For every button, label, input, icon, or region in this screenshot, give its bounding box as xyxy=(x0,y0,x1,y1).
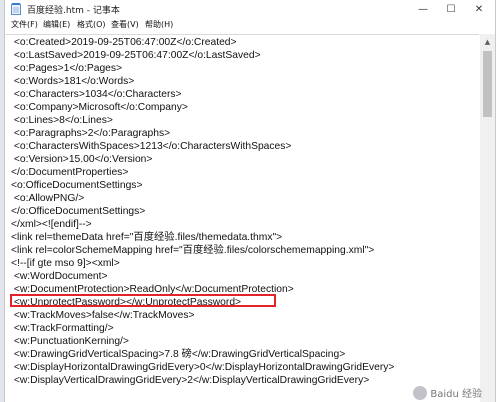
text-line: <o:Created>2019-09-25T06:47:00Z</o:Creat… xyxy=(11,37,237,48)
text-line: <w:PunctuationKerning/> xyxy=(11,336,129,347)
window-title: 百度经验.htm - 记事本 xyxy=(27,6,120,16)
menu-bar: 文件(F) 编辑(E) 格式(O) 查看(V) 帮助(H) xyxy=(5,18,495,33)
minimize-button[interactable]: — xyxy=(409,0,437,18)
text-line: <link rel=themeData href="百度经验.files/the… xyxy=(11,232,283,243)
text-line: <o:OfficeDocumentSettings> xyxy=(11,180,143,191)
text-line: <w:DrawingGridVerticalSpacing>7.8 磅</w:D… xyxy=(11,349,346,360)
scroll-up-arrow-icon[interactable]: ▲ xyxy=(480,34,495,49)
menu-view[interactable]: 查看(V) xyxy=(111,19,139,30)
baidu-paw-icon xyxy=(413,385,428,400)
text-line: <o:Version>15.00</o:Version> xyxy=(11,154,153,165)
text-line: <!--[if gte mso 9]><xml> xyxy=(11,258,120,269)
text-line: <w:WordDocument> xyxy=(11,271,108,282)
menu-format[interactable]: 格式(O) xyxy=(77,19,106,30)
text-line: <w:DisplayHorizontalDrawingGridEvery>0</… xyxy=(11,362,395,373)
vertical-scrollbar[interactable]: ▲ xyxy=(480,34,495,402)
text-line: <o:Lines>8</o:Lines> xyxy=(11,115,113,126)
text-line: <o:LastSaved>2019-09-25T06:47:00Z</o:Las… xyxy=(11,50,261,61)
notepad-window: 百度经验.htm - 记事本 — ☐ ✕ 文件(F) 编辑(E) 格式(O) 查… xyxy=(4,0,496,402)
text-line: </xml><![endif]--> xyxy=(11,219,92,230)
text-line: <o:Words>181</o:Words> xyxy=(11,76,135,87)
highlight-box xyxy=(10,294,276,307)
text-line: </o:OfficeDocumentSettings> xyxy=(11,206,146,217)
text-line: <w:TrackFormatting/> xyxy=(11,323,114,334)
text-line: <o:AllowPNG/> xyxy=(11,193,85,204)
text-line: <o:Characters>1034</o:Characters> xyxy=(11,89,182,100)
text-line: <o:CharactersWithSpaces>1213</o:Characte… xyxy=(11,141,292,152)
text-line: <o:Company>Microsoft</o:Company> xyxy=(11,102,188,113)
text-line: <w:DisplayVerticalDrawingGridEvery>2</w:… xyxy=(11,375,370,386)
text-line: <o:Pages>1</o:Pages> xyxy=(11,63,123,74)
text-editor[interactable]: <o:Created>2019-09-25T06:47:00Z</o:Creat… xyxy=(5,34,479,402)
title-bar[interactable]: 百度经验.htm - 记事本 — ☐ ✕ xyxy=(5,0,495,18)
menu-edit[interactable]: 编辑(E) xyxy=(43,19,70,30)
text-line: <o:Paragraphs>2</o:Paragraphs> xyxy=(11,128,171,139)
menu-help[interactable]: 帮助(H) xyxy=(145,19,173,30)
watermark: Baidu 经验 xyxy=(413,385,482,400)
maximize-button[interactable]: ☐ xyxy=(437,0,465,18)
text-line: </o:DocumentProperties> xyxy=(11,167,129,178)
scrollbar-thumb[interactable] xyxy=(483,51,492,117)
text-line: <link rel=colorSchemeMapping href="百度经验.… xyxy=(11,245,375,256)
text-line: <w:TrackMoves>false</w:TrackMoves> xyxy=(11,310,195,321)
menu-file[interactable]: 文件(F) xyxy=(11,19,38,30)
close-button[interactable]: ✕ xyxy=(465,0,493,18)
watermark-text: Baidu 经验 xyxy=(430,389,482,400)
notepad-icon xyxy=(11,3,21,15)
